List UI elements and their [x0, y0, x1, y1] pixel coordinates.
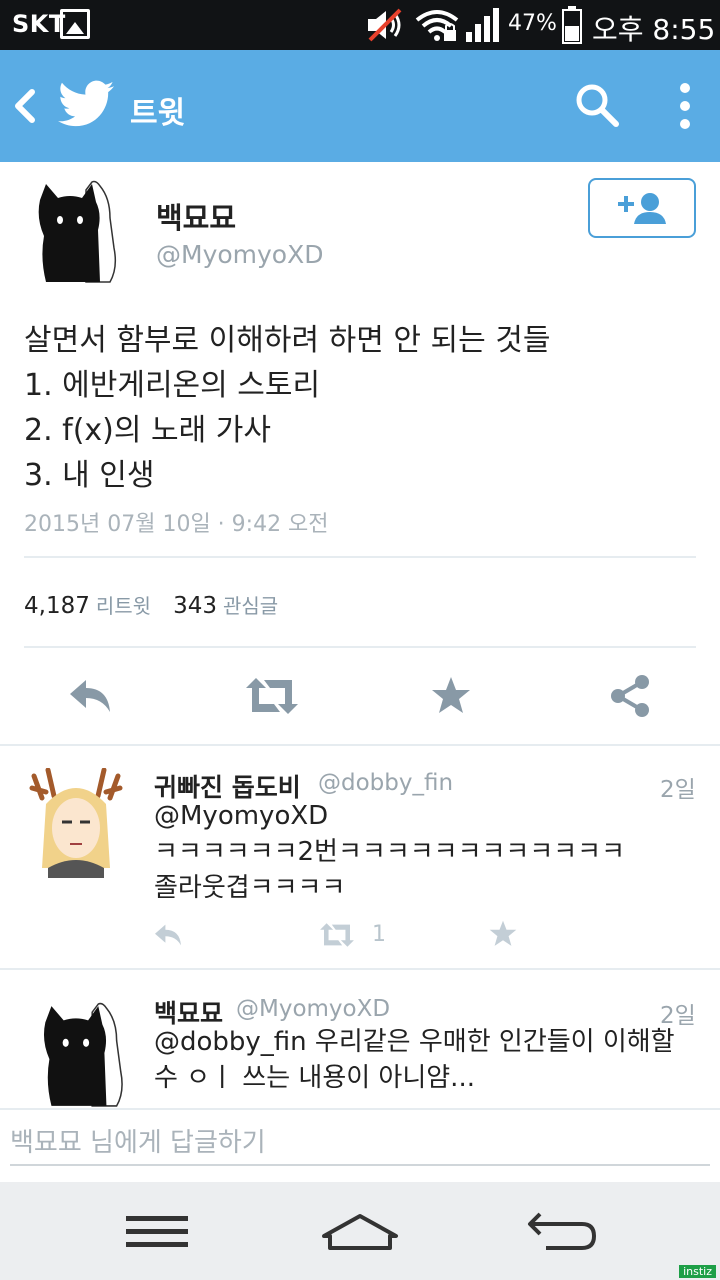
retweet-icon[interactable]: [318, 922, 356, 948]
reply-line: @dobby_fin 우리같은 우매한 인간들이 이해할: [154, 1027, 675, 1057]
battery-percent: 47%: [508, 11, 557, 36]
reply-line: ㅋㅋㅋㅋㅋㅋ2번ㅋㅋㅋㅋㅋㅋㅋㅋㅋㅋㅋㅋ: [154, 837, 626, 867]
reply-icon[interactable]: [152, 922, 184, 948]
back-icon[interactable]: [10, 86, 38, 126]
reply-text: @MyomyoXD ㅋㅋㅋㅋㅋㅋ2번ㅋㅋㅋㅋㅋㅋㅋㅋㅋㅋㅋㅋ 졸라웃겹ㅋㅋㅋㅋ: [154, 798, 694, 906]
retweet-icon[interactable]: [244, 676, 300, 716]
menu-icon[interactable]: [124, 1214, 190, 1250]
clock: 오후 8:55: [592, 13, 716, 46]
share-icon[interactable]: [608, 674, 652, 718]
app-bar: 트윗: [0, 50, 720, 162]
tweet-line: 2. f(x)의 노래 가사: [24, 413, 271, 448]
reply-avatar[interactable]: [24, 768, 128, 878]
carrier-label: SKT: [12, 10, 66, 38]
divider: [24, 556, 696, 558]
tweet-stats: 4,187 리트윗 343 관심글: [24, 590, 300, 619]
more-icon[interactable]: [674, 80, 696, 132]
tweet-line: 1. 에반게리온의 스토리: [24, 368, 321, 403]
watermark: instiz: [679, 1265, 716, 1278]
back-nav-icon[interactable]: [526, 1210, 598, 1254]
wifi-icon: [415, 10, 459, 41]
reply-input[interactable]: [10, 1122, 710, 1166]
separator: [0, 1108, 720, 1110]
add-user-icon: [618, 193, 666, 224]
favorite-count[interactable]: 343: [173, 593, 217, 619]
reply-line: @MyomyoXD: [154, 801, 329, 831]
reply-author-handle[interactable]: @MyomyoXD: [236, 996, 390, 1022]
reply-text: @dobby_fin 우리같은 우매한 인간들이 이해할 수 ㅇㅣ 쓰는 내용이…: [154, 1024, 694, 1096]
search-icon[interactable]: [574, 82, 620, 128]
tweet-line: 3. 내 인생: [24, 458, 155, 493]
retweet-count[interactable]: 4,187: [24, 593, 90, 619]
reply-line: 수 ㅇㅣ 쓰는 내용이 아니얌...: [154, 1063, 475, 1093]
separator: [0, 968, 720, 970]
author-handle[interactable]: @MyomyoXD: [156, 240, 323, 269]
favorite-icon[interactable]: [430, 676, 472, 716]
system-nav-bar: instiz: [0, 1182, 720, 1280]
home-icon[interactable]: [320, 1212, 400, 1252]
reply-line: 졸라웃겹ㅋㅋㅋㅋ: [154, 873, 346, 903]
reply-author-handle[interactable]: @dobby_fin: [318, 770, 453, 796]
author-avatar[interactable]: [26, 178, 126, 286]
author-name[interactable]: 백묘묘: [156, 195, 236, 237]
reply-retweet-count: 1: [372, 922, 386, 947]
image-notification-icon: [60, 9, 90, 39]
reply-avatar[interactable]: [30, 1000, 134, 1110]
retweet-label[interactable]: 리트윗: [96, 594, 151, 618]
separator: [0, 744, 720, 746]
tweet-line: 살면서 함부로 이해하려 하면 안 되는 것들: [24, 323, 551, 358]
tweet-text: 살면서 함부로 이해하려 하면 안 되는 것들 1. 에반게리온의 스토리 2.…: [24, 318, 704, 498]
tweet-timestamp: 2015년 07월 10일 · 9:42 오전: [24, 512, 329, 537]
status-bar: SKT 47% 오후 8:55: [0, 0, 720, 50]
mute-icon: [368, 8, 402, 42]
divider: [24, 646, 696, 648]
page-title: 트윗: [130, 96, 186, 131]
twitter-bird-icon: [58, 80, 114, 127]
follow-button[interactable]: [588, 178, 696, 238]
reply-icon[interactable]: [66, 676, 114, 716]
favorite-label[interactable]: 관심글: [223, 594, 278, 618]
favorite-icon[interactable]: [488, 920, 518, 948]
signal-icon: [466, 8, 499, 42]
battery-icon: [562, 6, 582, 44]
